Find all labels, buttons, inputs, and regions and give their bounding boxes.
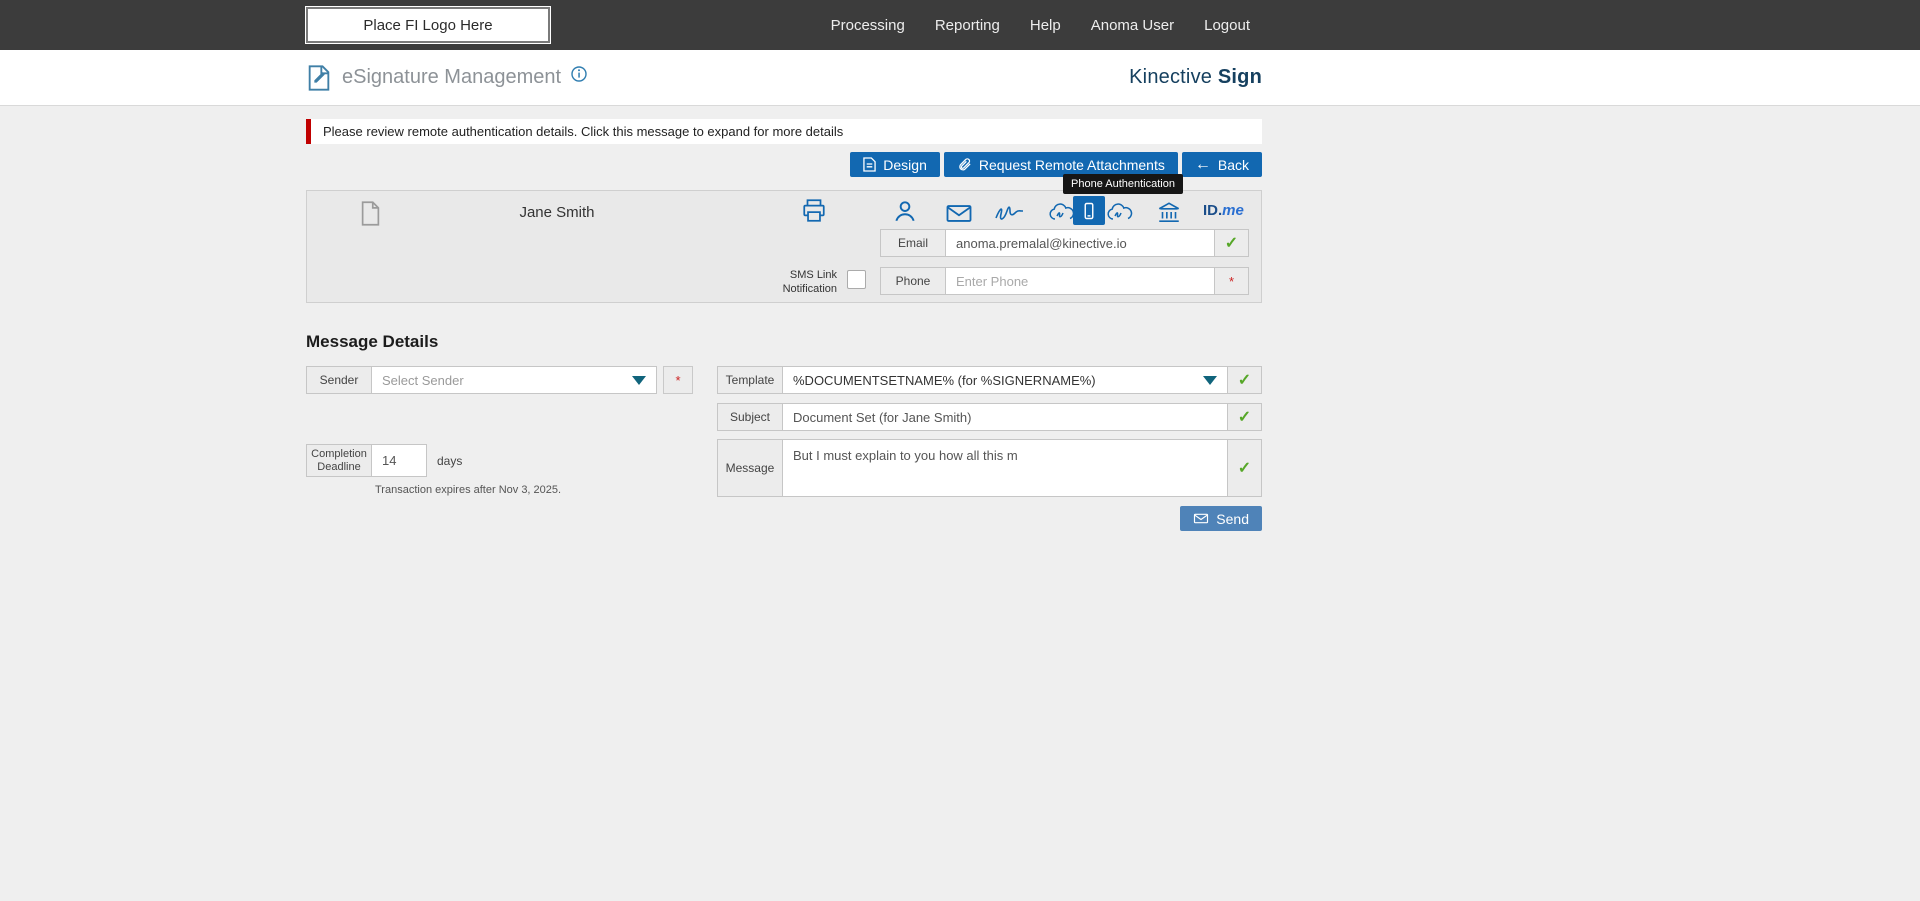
phone-field-group: Phone *: [880, 267, 1249, 295]
cloud-sms-auth-icon[interactable]: [1104, 197, 1136, 229]
phone-required-cell: *: [1214, 268, 1248, 294]
template-dropdown[interactable]: %DOCUMENTSETNAME% (for %SIGNERNAME%): [783, 367, 1227, 393]
subject-label: Subject: [718, 404, 783, 430]
paperclip-icon: [957, 157, 972, 172]
completion-deadline-group: Completion Deadline: [306, 444, 427, 477]
sender-field-group: Sender Select Sender: [306, 366, 657, 394]
completion-deadline-input[interactable]: [372, 445, 426, 476]
brand-logo: Kinective Sign: [1129, 66, 1262, 88]
info-icon[interactable]: [571, 65, 587, 82]
subject-input[interactable]: [783, 404, 1227, 430]
message-valid-cell: ✓: [1227, 440, 1261, 496]
sms-link-notification-checkbox[interactable]: [847, 270, 866, 289]
nav-user-menu[interactable]: Anoma User: [1091, 17, 1174, 34]
phone-auth-tooltip: Phone Authentication: [1063, 174, 1183, 194]
template-valid-cell: ✓: [1227, 367, 1261, 393]
send-envelope-icon: [1193, 512, 1209, 525]
chevron-down-icon: [632, 375, 646, 385]
sender-required-box: *: [663, 366, 693, 394]
esignature-doc-icon: [306, 64, 332, 92]
idme-logo[interactable]: ID.me: [1203, 202, 1244, 219]
main-content: Please review remote authentication deta…: [306, 106, 1262, 556]
message-label: Message: [718, 440, 783, 496]
message-details-heading: Message Details: [306, 332, 439, 351]
phone-input[interactable]: [946, 268, 1214, 294]
message-textarea[interactable]: But I must explain to you how all this m: [783, 440, 1227, 496]
signer-panel: Jane Smith ID.me Email anoma.premalal@ki…: [306, 190, 1262, 303]
fi-logo-button[interactable]: Place FI Logo Here: [305, 6, 551, 44]
email-field-group: Email ✓: [880, 229, 1249, 257]
required-asterisk-icon: *: [1228, 273, 1235, 289]
action-buttons: Design Request Remote Attachments ← Back: [850, 152, 1262, 177]
email-input[interactable]: [946, 230, 1214, 256]
print-button[interactable]: [801, 198, 827, 228]
signer-person-icon[interactable]: [889, 195, 921, 227]
nav-help[interactable]: Help: [1030, 17, 1061, 34]
back-arrow-icon: ←: [1194, 155, 1211, 173]
nav-processing[interactable]: Processing: [831, 17, 905, 34]
subject-field-group: Subject ✓: [717, 403, 1262, 431]
sender-label: Sender: [307, 367, 372, 393]
signature-auth-icon[interactable]: [993, 197, 1025, 229]
chevron-down-icon: [1203, 375, 1217, 385]
check-icon: ✓: [1237, 372, 1252, 389]
subject-valid-cell: ✓: [1227, 404, 1261, 430]
check-icon: ✓: [1237, 409, 1252, 426]
sms-link-notification-label: SMS Link Notification: [782, 269, 837, 295]
check-icon: ✓: [1237, 460, 1252, 477]
sender-dropdown[interactable]: Select Sender: [372, 367, 656, 393]
send-button[interactable]: Send: [1180, 506, 1262, 531]
top-nav: Processing Reporting Help Anoma User Log…: [831, 17, 1250, 34]
document-placeholder-icon: [359, 200, 382, 232]
required-asterisk-icon: *: [675, 372, 681, 388]
message-field-group: Message But I must explain to you how al…: [717, 439, 1262, 497]
page-header: eSignature Management Kinective Sign: [0, 50, 1920, 106]
design-button[interactable]: Design: [850, 152, 940, 177]
top-navigation-bar: Place FI Logo Here Processing Reporting …: [0, 0, 1920, 50]
nav-logout[interactable]: Logout: [1204, 17, 1250, 34]
nav-reporting[interactable]: Reporting: [935, 17, 1000, 34]
page-title: eSignature Management: [342, 66, 562, 88]
bank-auth-icon[interactable]: [1153, 196, 1185, 228]
email-label: Email: [881, 230, 946, 256]
email-auth-icon[interactable]: [943, 197, 975, 229]
alert-text: Please review remote authentication deta…: [323, 124, 844, 139]
expiry-note: Transaction expires after Nov 3, 2025.: [375, 484, 562, 496]
template-label: Template: [718, 367, 783, 393]
template-field-group: Template %DOCUMENTSETNAME% (for %SIGNERN…: [717, 366, 1262, 394]
phone-auth-icon[interactable]: [1073, 196, 1105, 225]
check-icon: ✓: [1224, 235, 1239, 252]
signer-name: Jane Smith: [519, 204, 595, 221]
alert-banner[interactable]: Please review remote authentication deta…: [306, 119, 1262, 144]
design-icon: [863, 157, 877, 172]
phone-label: Phone: [881, 268, 946, 294]
days-label: days: [437, 454, 463, 468]
back-button[interactable]: ← Back: [1181, 152, 1262, 177]
completion-deadline-label: Completion Deadline: [307, 445, 372, 476]
email-valid-cell: ✓: [1214, 230, 1248, 256]
